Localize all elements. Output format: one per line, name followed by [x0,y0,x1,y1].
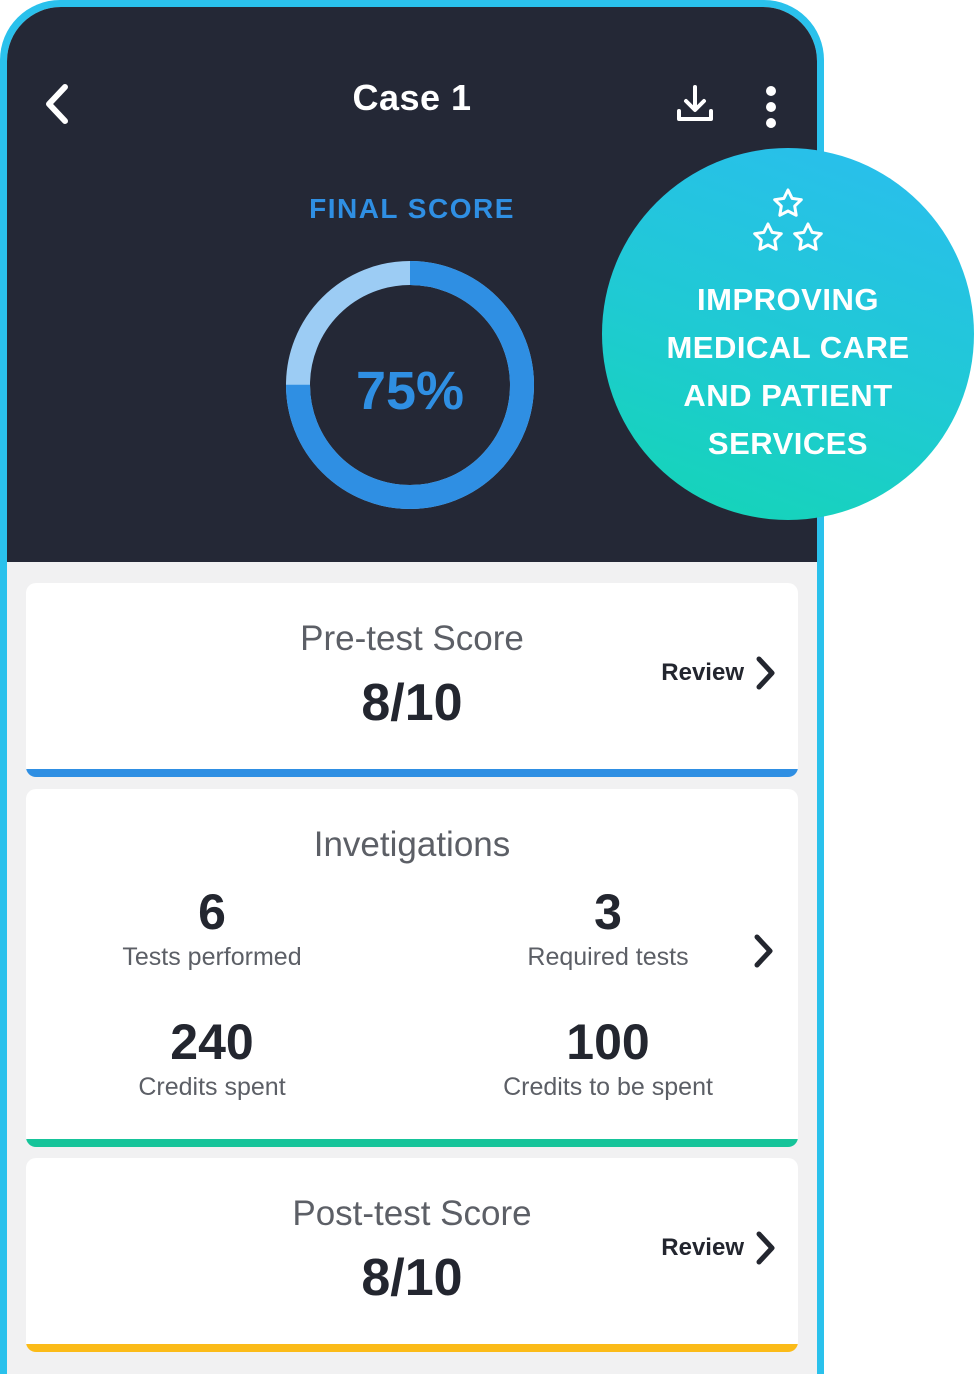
stat-value: 100 [566,1014,650,1070]
stat-required-tests: 3 Required tests [458,887,758,972]
chevron-right-icon[interactable] [752,933,774,969]
badge-line: SERVICES [707,426,869,461]
pretest-title: Pre-test Score [300,619,524,658]
pretest-card: Pre-test Score 8/10 Review [26,583,798,777]
stat-value: 240 [170,1014,254,1070]
pretest-review-button[interactable]: Review [661,655,776,691]
promo-badge: IMPROVING MEDICAL CARE AND PATIENT SERVI… [602,148,974,520]
investigations-card[interactable]: Invetigations 6 Tests performed 3 Requir… [26,789,798,1147]
review-label: Review [661,1234,744,1261]
badge-text: IMPROVING MEDICAL CARE AND PATIENT SERVI… [638,276,938,468]
stat-value: 6 [198,884,226,940]
pretest-accent-bar [26,769,798,777]
posttest-accent-bar [26,1344,798,1352]
stat-tests-performed: 6 Tests performed [62,887,362,972]
stat-label: Credits to be spent [503,1073,713,1101]
chevron-right-icon [756,1231,775,1265]
stat-label: Credits spent [138,1073,286,1101]
posttest-card: Post-test Score 8/10 Review [26,1158,798,1352]
final-score-value: 75% [355,361,465,421]
investigations-accent-bar [26,1139,798,1147]
badge-line: IMPROVING [697,282,879,317]
stat-label: Required tests [527,943,689,971]
posttest-title: Post-test Score [292,1194,532,1233]
stat-value: 3 [594,884,622,940]
download-icon[interactable] [673,81,717,127]
badge-line: MEDICAL CARE [666,330,910,365]
stat-credits-spent: 240 Credits spent [62,1017,362,1102]
stat-label: Tests performed [122,943,302,971]
more-vertical-icon[interactable] [759,83,783,129]
posttest-review-button[interactable]: Review [661,1230,776,1266]
review-label: Review [661,659,744,686]
chevron-right-icon [756,656,775,690]
investigations-title: Invetigations [313,825,511,864]
stat-credits-to-be-spent: 100 Credits to be spent [458,1017,758,1102]
badge-line: AND PATIENT [683,378,893,413]
stars-icon [753,188,823,251]
